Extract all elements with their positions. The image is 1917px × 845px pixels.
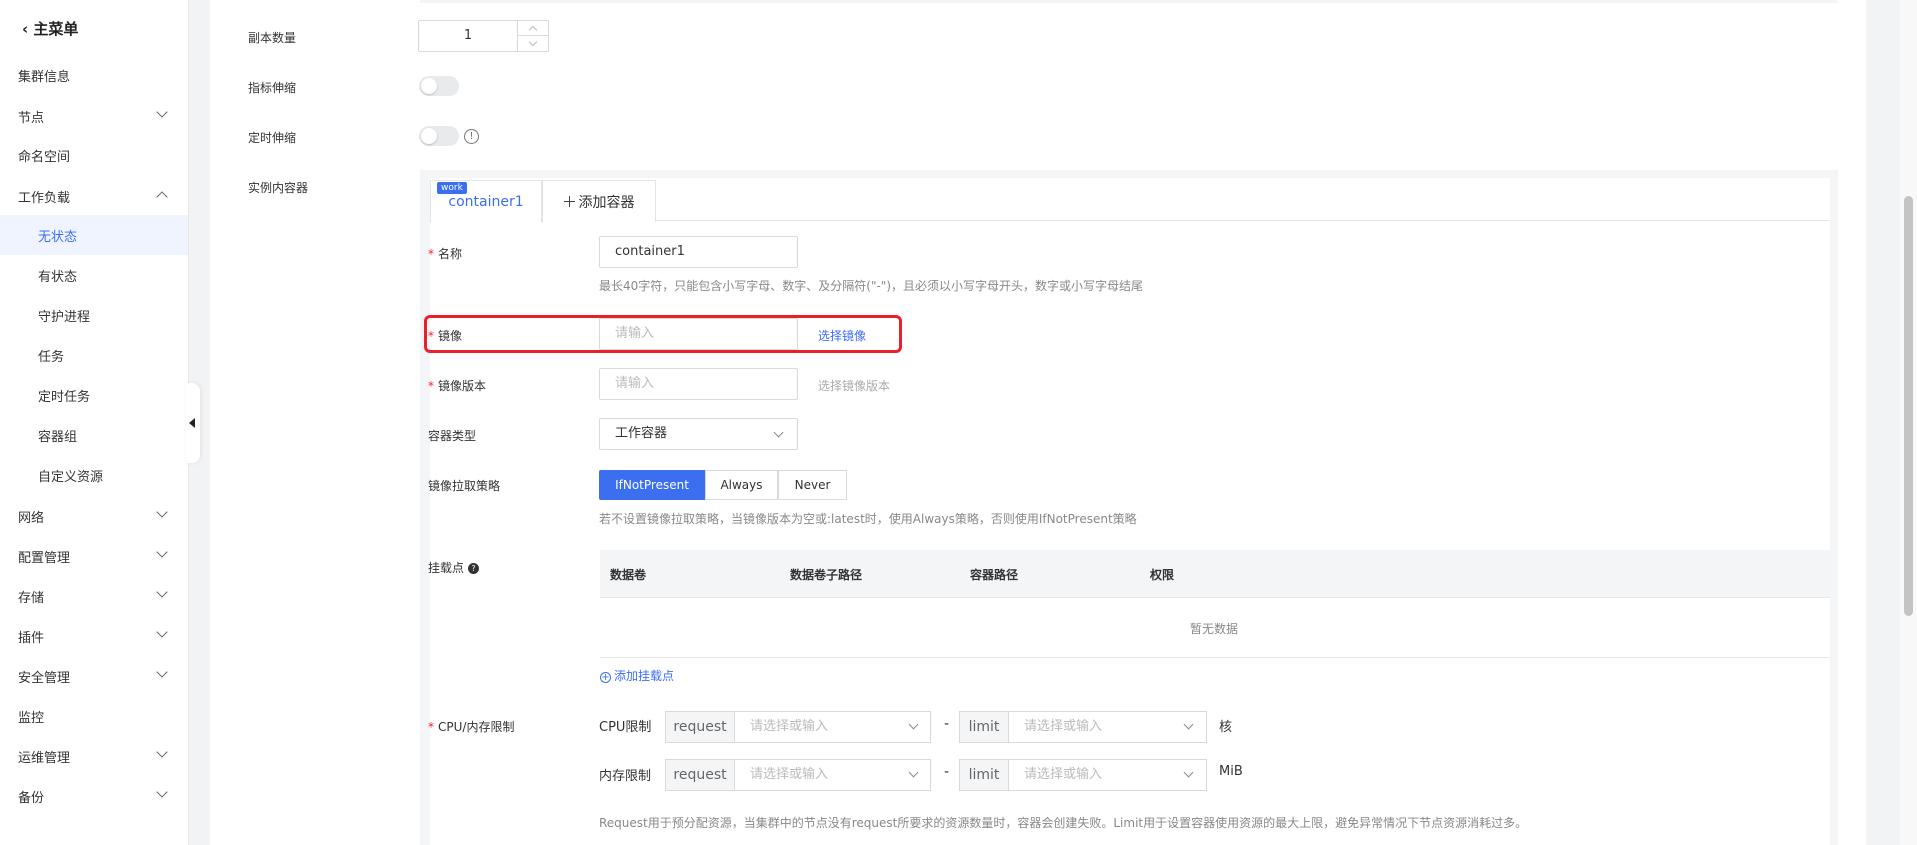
info-icon[interactable]: ! bbox=[464, 129, 479, 144]
cpu-request-select[interactable]: 请选择或输入 bbox=[735, 711, 931, 743]
image-version-input[interactable]: 请输入 bbox=[599, 368, 798, 400]
col-volume: 数据卷 bbox=[610, 568, 647, 582]
limits-hint: Request用于预分配资源，当集群中的节点没有request所要求的资源数量时… bbox=[599, 816, 1528, 830]
limits-label: * CPU/内存限制 bbox=[428, 720, 515, 734]
sidebar-collapse-handle[interactable] bbox=[186, 383, 200, 463]
chevron-down-icon bbox=[156, 546, 168, 558]
container-type-label: 容器类型 bbox=[428, 429, 477, 443]
chevron-down-icon bbox=[156, 506, 168, 518]
sidebar-item-workloads[interactable]: 工作负载 bbox=[0, 176, 188, 216]
add-container-button[interactable]: 添加容器 bbox=[542, 180, 656, 222]
mount-table-header: 数据卷 数据卷子路径 容器路径 权限 bbox=[600, 550, 1830, 598]
sidebar-item-pods[interactable]: 容器组 bbox=[0, 415, 188, 455]
chevron-down-icon bbox=[156, 586, 168, 598]
cpu-range-dash: - bbox=[944, 716, 950, 732]
sidebar-item-cronjobs[interactable]: 定时任务 bbox=[0, 375, 188, 415]
select-image-version-link[interactable]: 选择镜像版本 bbox=[818, 377, 890, 394]
scheduled-scaling-toggle[interactable] bbox=[419, 126, 459, 146]
plus-icon bbox=[563, 196, 575, 207]
add-circle-icon: + bbox=[600, 672, 611, 683]
tab-label: container1 bbox=[448, 194, 524, 210]
cpu-limit-select[interactable]: 请选择或输入 bbox=[1009, 711, 1207, 743]
chevron-down-icon bbox=[156, 786, 168, 798]
col-container-path: 容器路径 bbox=[970, 568, 1019, 582]
replicas-value[interactable]: 1 bbox=[419, 21, 517, 51]
mount-table-empty: 暂无数据 bbox=[600, 598, 1830, 658]
pull-policy-always[interactable]: Always bbox=[705, 470, 778, 500]
highlight-box bbox=[424, 315, 902, 353]
sidebar-item-security[interactable]: 安全管理 bbox=[0, 656, 188, 696]
name-hint: 最长40字符，只能包含小写字母、数字、及分隔符("-")，且必须以小写字母开头，… bbox=[599, 279, 1144, 293]
mount-label: 挂载点? bbox=[428, 559, 480, 576]
pull-policy-hint: 若不设置镜像拉取策略，当镜像版本为空或:latest时，使用Always策略，否… bbox=[599, 512, 1137, 526]
sidebar-item-namespaces[interactable]: 命名空间 bbox=[0, 135, 188, 175]
cpu-limit-label: CPU限制 bbox=[599, 720, 652, 735]
name-input[interactable]: container1 bbox=[599, 236, 798, 268]
metric-scaling-toggle[interactable] bbox=[419, 76, 459, 96]
memory-range-dash: - bbox=[944, 764, 950, 780]
chevron-down-icon bbox=[156, 106, 168, 118]
sidebar-item-jobs[interactable]: 任务 bbox=[0, 335, 188, 375]
add-container-label: 添加容器 bbox=[578, 194, 635, 211]
pull-policy-label: 镜像拉取策略 bbox=[428, 479, 501, 493]
sidebar-item-backup[interactable]: 备份 bbox=[0, 776, 188, 816]
sidebar-item-network[interactable]: 网络 bbox=[0, 496, 188, 536]
increment-button[interactable] bbox=[518, 21, 548, 36]
container-type-select[interactable]: 工作容器 bbox=[599, 418, 798, 450]
sidebar-item-custom-resources[interactable]: 自定义资源 bbox=[0, 455, 188, 495]
memory-request-addon: request bbox=[665, 759, 735, 791]
decrement-button[interactable] bbox=[518, 36, 548, 51]
sidebar: ‹ 主菜单 集群信息 节点 命名空间 工作负载 无状态 有状态 守护进程 任务 … bbox=[0, 0, 189, 845]
sidebar-item-operations[interactable]: 运维管理 bbox=[0, 736, 188, 776]
memory-limit-addon: limit bbox=[959, 759, 1009, 791]
sidebar-item-monitoring[interactable]: 监控 bbox=[0, 696, 188, 736]
chevron-down-icon bbox=[156, 666, 168, 678]
pull-policy-ifnotpresent[interactable]: IfNotPresent bbox=[599, 470, 705, 500]
col-subpath: 数据卷子路径 bbox=[790, 568, 863, 582]
memory-request-select[interactable]: 请选择或输入 bbox=[735, 759, 931, 791]
memory-unit: MiB bbox=[1219, 764, 1243, 779]
sidebar-item-plugins[interactable]: 插件 bbox=[0, 616, 188, 656]
work-badge: work bbox=[437, 182, 467, 194]
sidebar-item-config[interactable]: 配置管理 bbox=[0, 536, 188, 576]
sidebar-item-cluster-info[interactable]: 集群信息 bbox=[0, 55, 188, 95]
scrollbar-thumb[interactable] bbox=[1904, 196, 1913, 616]
memory-limit-select[interactable]: 请选择或输入 bbox=[1009, 759, 1207, 791]
tab-container1[interactable]: work container1 bbox=[430, 180, 542, 223]
name-label: * 名称 bbox=[428, 247, 463, 261]
container-panel: work container1 添加容器 bbox=[420, 170, 1838, 845]
replicas-stepper[interactable]: 1 bbox=[418, 20, 549, 52]
sidebar-item-daemonsets[interactable]: 守护进程 bbox=[0, 295, 188, 335]
sidebar-item-nodes[interactable]: 节点 bbox=[0, 96, 188, 136]
help-icon: ? bbox=[468, 563, 480, 574]
container-tabs: work container1 添加容器 bbox=[430, 178, 1830, 223]
scheduled-scaling-label: 定时伸缩 bbox=[248, 131, 297, 145]
back-label: 主菜单 bbox=[33, 20, 79, 38]
page-scrollbar[interactable] bbox=[1900, 0, 1917, 845]
chevron-down-icon bbox=[156, 626, 168, 638]
sidebar-item-statefulsets[interactable]: 有状态 bbox=[0, 255, 188, 295]
cpu-unit: 核 bbox=[1219, 720, 1233, 735]
memory-limit-label: 内存限制 bbox=[599, 769, 652, 784]
add-mount-button[interactable]: + 添加挂载点 bbox=[600, 667, 674, 684]
cpu-request-addon: request bbox=[665, 711, 735, 743]
sidebar-item-deployments[interactable]: 无状态 bbox=[0, 215, 188, 255]
image-version-label: * 镜像版本 bbox=[428, 379, 487, 393]
metric-scaling-label: 指标伸缩 bbox=[248, 81, 297, 95]
replicas-label: 副本数量 bbox=[248, 31, 297, 45]
cpu-limit-addon: limit bbox=[959, 711, 1009, 743]
back-to-main-menu[interactable]: ‹ 主菜单 bbox=[22, 18, 78, 39]
col-permission: 权限 bbox=[1150, 568, 1175, 582]
pull-policy-never[interactable]: Never bbox=[778, 470, 847, 500]
sidebar-item-storage[interactable]: 存储 bbox=[0, 576, 188, 616]
containers-label: 实例内容器 bbox=[248, 181, 309, 195]
chevron-up-icon bbox=[156, 191, 168, 203]
top-strip bbox=[420, 0, 1838, 3]
chevron-down-icon bbox=[156, 746, 168, 758]
